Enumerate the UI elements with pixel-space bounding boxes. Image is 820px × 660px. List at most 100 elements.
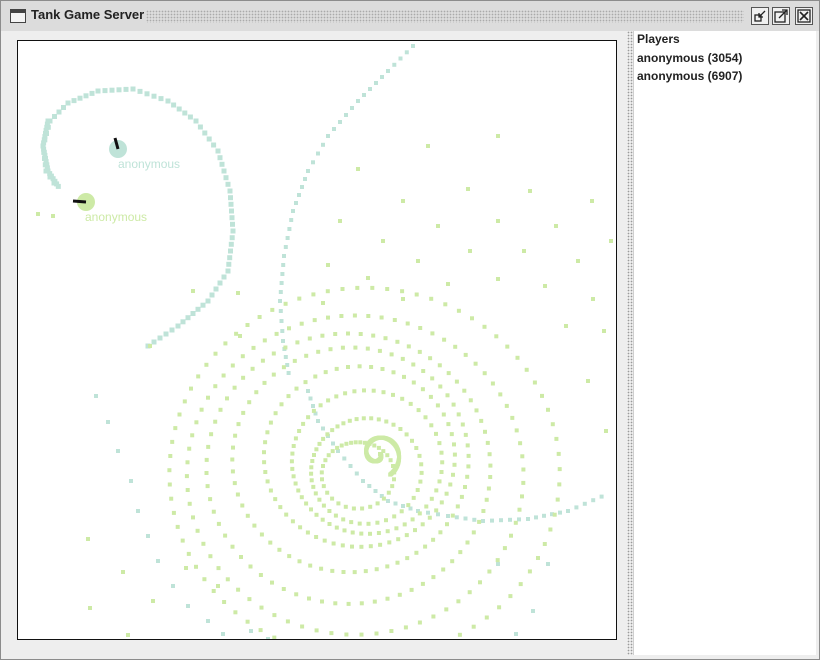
- bullet-dot: [241, 410, 246, 415]
- bullet-dot: [167, 468, 172, 473]
- bullet-dot: [396, 537, 401, 542]
- maximize-button[interactable]: [772, 7, 790, 25]
- bullet-dot: [184, 474, 189, 479]
- bullet-dot: [431, 614, 436, 619]
- bullet-dot: [221, 168, 227, 174]
- bullet-dot: [463, 485, 467, 489]
- bullet-dot: [556, 451, 561, 456]
- bullet-dot: [165, 98, 171, 104]
- bullet-dot: [452, 452, 457, 457]
- bullet-dot: [359, 601, 364, 606]
- bullet-dot: [453, 344, 458, 349]
- bullet-dot: [342, 456, 347, 461]
- player-item[interactable]: anonymous (6907): [637, 67, 742, 85]
- bullet-dot: [169, 327, 175, 333]
- tank-2: anonymous: [72, 193, 147, 224]
- bullet-dot: [413, 528, 417, 533]
- bullet-dot: [363, 569, 368, 574]
- bullet-dot: [411, 44, 415, 48]
- bullet-dot: [496, 134, 500, 138]
- bullet-dot: [338, 219, 342, 223]
- bullet-dot: [311, 408, 316, 413]
- bullet-dot: [123, 86, 129, 92]
- bullet-dot: [385, 564, 390, 569]
- bullet-dot: [254, 390, 259, 395]
- bullet-dot: [358, 332, 363, 336]
- title-bar-grip[interactable]: [146, 10, 744, 23]
- bullet-dot: [234, 331, 239, 336]
- bullet-dot: [557, 467, 562, 472]
- bullet-dot: [204, 457, 209, 462]
- bullet-dot: [65, 100, 71, 106]
- bullet-dot: [490, 381, 495, 386]
- bullet-dot: [444, 607, 449, 612]
- bullet-dot: [386, 490, 391, 495]
- bullet-dot: [263, 440, 268, 445]
- bullet-dot: [309, 471, 314, 476]
- bullet-dot: [196, 374, 201, 379]
- bullet-dot: [524, 367, 529, 372]
- bullet-dot: [574, 505, 579, 510]
- bullet-dot: [383, 336, 388, 341]
- bullet-dot: [582, 501, 587, 506]
- bullet-dot: [445, 393, 450, 398]
- bullet-dot: [361, 479, 365, 483]
- bullet-dot: [262, 460, 267, 465]
- bullet-dot: [438, 384, 443, 389]
- bullet-dot: [513, 520, 518, 525]
- bullet-dot: [88, 606, 92, 610]
- minimize-button[interactable]: [751, 7, 769, 25]
- bullet-dot: [209, 292, 215, 298]
- bullet-dot: [436, 512, 440, 517]
- bullet-dot: [437, 363, 442, 368]
- bullet-dot: [292, 358, 297, 363]
- bullet-dot: [536, 556, 540, 560]
- bullet-dot: [314, 628, 319, 633]
- bullet-dot: [404, 50, 409, 55]
- bullet-dot: [194, 420, 199, 425]
- bullet-dot: [528, 189, 532, 193]
- bullet-dot: [604, 429, 608, 433]
- bullet-dot: [195, 528, 200, 533]
- bullet-dot: [204, 471, 209, 475]
- bullet-dot: [496, 277, 500, 281]
- bullet-dot: [471, 624, 476, 629]
- close-button[interactable]: [795, 7, 813, 25]
- bullet-dot: [496, 219, 500, 223]
- bullet-dot: [390, 484, 395, 489]
- bullet-dot: [171, 584, 175, 588]
- bullet-dot: [466, 453, 471, 458]
- bullet-dot: [206, 444, 211, 449]
- bullet-dot: [272, 635, 277, 639]
- bullet-dot: [106, 420, 110, 424]
- bullet-dot: [462, 388, 467, 393]
- game-arena[interactable]: anonymous anonymous: [17, 40, 617, 640]
- bullet-dot: [180, 319, 186, 325]
- bullet-dot: [278, 309, 283, 313]
- bullet-dot: [514, 632, 518, 636]
- bullet-dot: [55, 183, 61, 189]
- bullet-dot: [321, 142, 325, 147]
- bullet-dot: [484, 497, 489, 502]
- app-window: Tank Game Server anonymous anonymous Pla…: [0, 0, 820, 660]
- bullet-dot: [320, 333, 325, 338]
- bullet-dot: [488, 475, 493, 479]
- bullet-dot: [429, 423, 434, 428]
- bullet-dot: [326, 134, 330, 138]
- bullet-dot: [86, 537, 90, 541]
- player-item[interactable]: anonymous (3054): [637, 49, 742, 67]
- bullet-dot: [485, 440, 490, 445]
- bullet-dot: [308, 563, 313, 568]
- bullet-dot: [366, 276, 370, 280]
- title-bar[interactable]: Tank Game Server: [1, 1, 819, 31]
- bullet-dot: [273, 497, 278, 502]
- bullet-dot: [356, 167, 360, 171]
- bullet-dot: [426, 144, 430, 148]
- bullet-dot: [251, 345, 256, 350]
- bullet-dot: [555, 497, 560, 502]
- bullet-dot: [384, 518, 388, 523]
- bullet-dot: [56, 109, 62, 115]
- bullet-dot: [367, 441, 372, 446]
- bullet-dot: [552, 512, 557, 517]
- bullet-dot: [218, 407, 223, 412]
